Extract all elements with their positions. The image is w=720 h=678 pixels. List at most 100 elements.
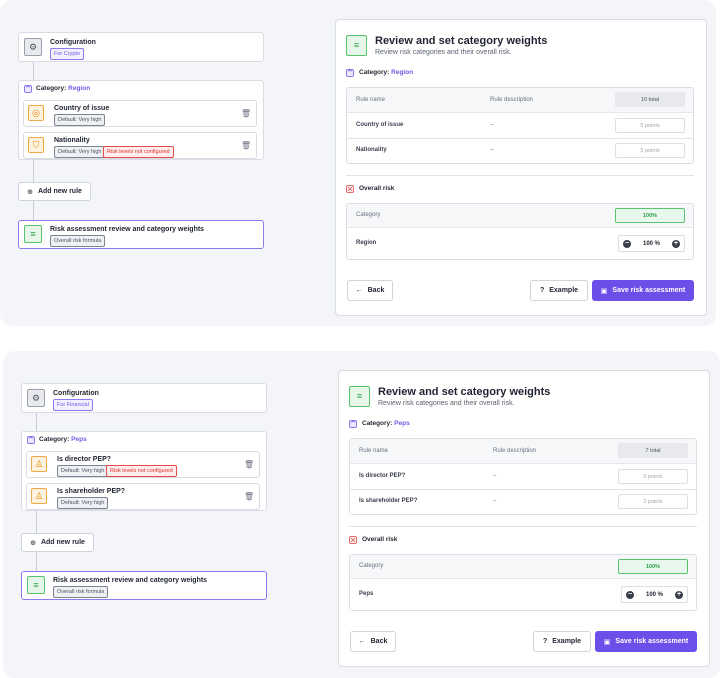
panel-category-name: Region	[391, 69, 414, 76]
save-risk-assessment-button[interactable]: ▣ Save risk assessment	[595, 631, 697, 652]
trash-icon[interactable]: 🗑	[241, 141, 251, 150]
header-rule-description: Rule description	[493, 448, 537, 454]
panel-category-label: Category: Peps	[362, 420, 410, 427]
minus-icon[interactable]: −	[626, 590, 634, 599]
review-step-badge: Overall risk formula	[50, 235, 106, 247]
people-icon: ♙	[31, 488, 47, 504]
header-rule-name: Rule name	[359, 448, 389, 454]
configuration-badge: For Crypto	[50, 48, 84, 60]
configuration-title: Configuration	[53, 390, 99, 397]
rule-row-description: –	[490, 147, 494, 153]
rule-default-badge: Default: Very high	[57, 497, 109, 509]
close-icon[interactable]: ×	[346, 184, 354, 193]
back-label: Back	[367, 287, 385, 294]
category-prefix: Category:	[36, 85, 67, 92]
rule-points-input[interactable]: 5 points	[615, 143, 685, 158]
back-button[interactable]: ← Back	[347, 280, 393, 301]
total-points-badge: 10 total	[615, 92, 685, 107]
panel-subtitle: Review risk categories and their overall…	[378, 400, 515, 407]
plus-circle-icon: ⊕	[27, 188, 33, 196]
trash-icon[interactable]: 🗑	[244, 492, 254, 501]
floppy-icon: ▣	[600, 287, 608, 295]
panel-title: Review and set category weights	[378, 386, 551, 398]
plus-icon[interactable]: +	[674, 590, 683, 599]
overall-total-badge: 100%	[615, 208, 685, 223]
gear-icon: ⚙	[27, 389, 45, 407]
weight-value: 100 %	[642, 240, 660, 247]
question-icon: ?	[539, 287, 545, 294]
save-risk-assessment-button[interactable]: ▣ Save risk assessment	[592, 280, 694, 301]
gear-icon: ⚙	[24, 38, 42, 56]
configuration-title: Configuration	[50, 39, 96, 46]
panel-category-name: Peps	[394, 420, 410, 427]
rule-row-name: Is director PEP?	[359, 473, 406, 479]
overall-risk-label: Overall risk	[359, 185, 395, 192]
back-label: Back	[370, 638, 388, 645]
panel-category-label: Category: Region	[359, 69, 413, 76]
shield-icon: ⛉	[28, 137, 44, 153]
rule-row-name: Nationality	[356, 147, 387, 153]
review-panel	[338, 370, 710, 667]
example-button[interactable]: ? Example	[530, 280, 588, 301]
panel-category-prefix: Category:	[362, 420, 393, 427]
plus-icon[interactable]: +	[671, 239, 680, 248]
weight-stepper[interactable]: − 100 % +	[621, 586, 688, 603]
sliders-icon: ≡	[349, 386, 370, 407]
overall-header-category: Category	[356, 212, 381, 218]
configuration-badge: For Financial	[53, 399, 93, 411]
total-points-badge: 7 total	[618, 443, 688, 458]
section-divider	[349, 526, 697, 527]
connector-line	[36, 511, 37, 533]
add-new-rule-button[interactable]: ⊕ Add new rule	[21, 533, 94, 552]
panel-category-prefix: Category:	[359, 69, 390, 76]
plus-circle-icon: ⊕	[30, 539, 36, 547]
rule-title: Is shareholder PEP?	[57, 488, 126, 495]
connector-line	[33, 62, 34, 80]
back-button[interactable]: ← Back	[350, 631, 396, 652]
sliders-icon: ≡	[24, 225, 42, 243]
category-label: Category: Region	[36, 85, 90, 92]
row-divider	[350, 489, 696, 490]
rule-points-input[interactable]: 5 points	[618, 469, 688, 484]
rule-title: Is director PEP?	[57, 456, 112, 463]
category-prefix: Category:	[39, 436, 70, 443]
rule-title: Country of issue	[54, 105, 110, 112]
chevron-up-icon[interactable]: ⌃	[349, 419, 357, 428]
trash-icon[interactable]: 🗑	[241, 109, 251, 118]
header-rule-description: Rule description	[490, 97, 534, 103]
connector-line	[36, 552, 37, 571]
overall-row-name: Region	[356, 240, 377, 246]
trash-icon[interactable]: 🗑	[244, 460, 254, 469]
chevron-up-icon[interactable]: ⌃	[24, 84, 32, 93]
rule-points-input[interactable]: 2 points	[618, 494, 688, 509]
category-label: Category: Peps	[39, 436, 87, 443]
rule-row-description: –	[493, 498, 497, 504]
save-label: Save risk assessment	[615, 638, 689, 645]
review-step-title: Risk assessment review and category weig…	[50, 226, 205, 233]
chevron-up-icon[interactable]: ⌃	[346, 68, 354, 77]
example-button[interactable]: ? Example	[533, 631, 591, 652]
rule-title: Nationality	[54, 137, 90, 144]
chevron-up-icon[interactable]: ⌃	[27, 435, 35, 444]
arrow-left-icon: ←	[355, 287, 363, 294]
close-icon[interactable]: ×	[349, 535, 357, 544]
rule-row-description: –	[490, 122, 494, 128]
example-label: Example	[552, 638, 582, 645]
rule-row-name: Country of issue	[356, 122, 404, 128]
section-divider	[346, 175, 694, 176]
header-rule-name: Rule name	[356, 97, 386, 103]
panel-title: Review and set category weights	[375, 35, 548, 47]
weight-stepper[interactable]: − 100 % +	[618, 235, 685, 252]
row-divider	[347, 138, 693, 139]
rule-points-input[interactable]: 5 points	[615, 118, 685, 133]
rule-default-badge: Default: Very high	[54, 114, 106, 126]
add-new-rule-button[interactable]: ⊕ Add new rule	[18, 182, 91, 201]
overall-row-name: Peps	[359, 591, 374, 597]
connector-line	[36, 413, 37, 431]
panel-subtitle: Review risk categories and their overall…	[375, 49, 512, 56]
question-icon: ?	[542, 638, 548, 645]
overall-total-badge: 100%	[618, 559, 688, 574]
minus-icon[interactable]: −	[623, 239, 631, 248]
sliders-icon: ≡	[27, 576, 45, 594]
arrow-left-icon: ←	[358, 638, 366, 645]
